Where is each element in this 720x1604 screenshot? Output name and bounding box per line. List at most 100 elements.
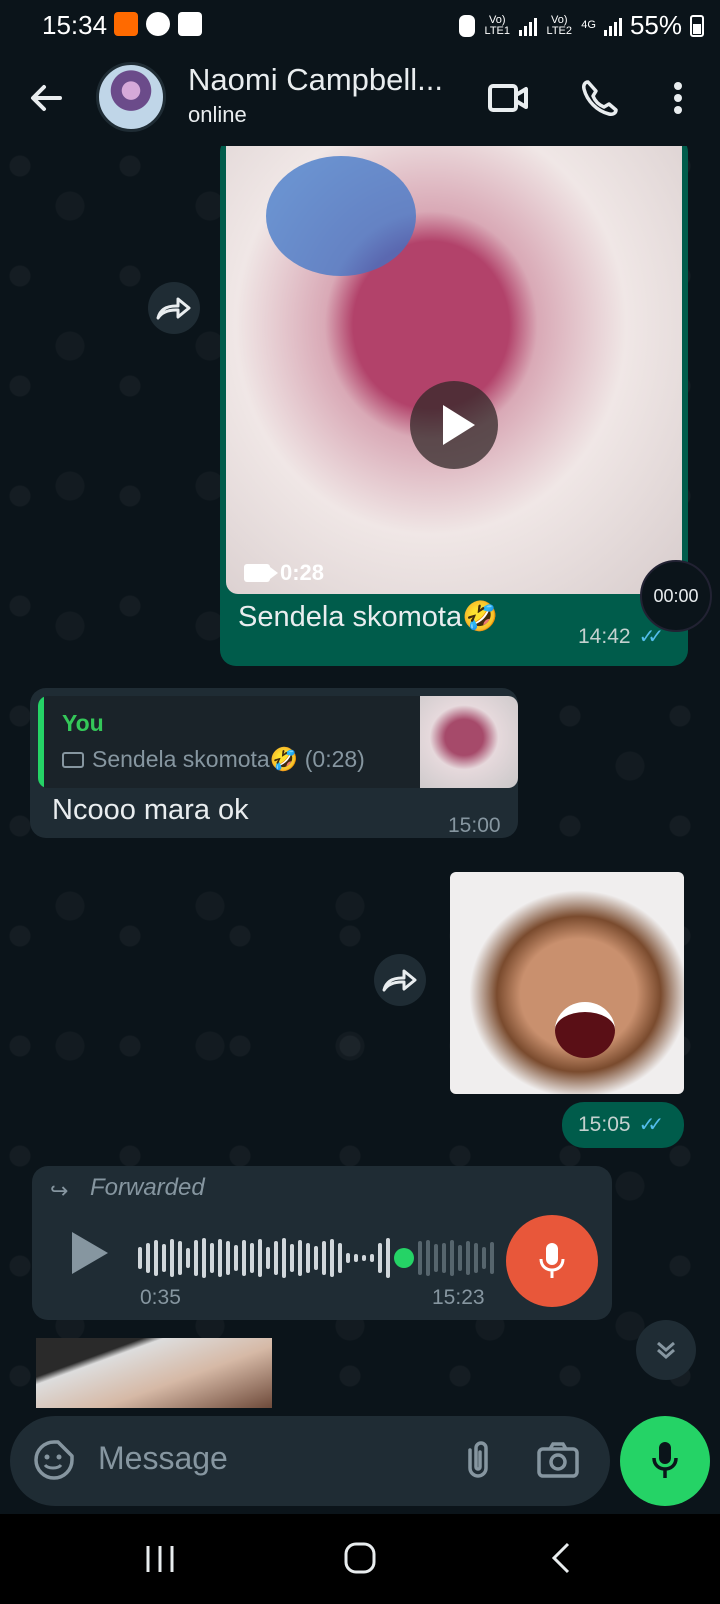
quoted-text-row: Sendela skomota🤣 (0:28): [62, 746, 365, 773]
waveform-bar: [226, 1241, 230, 1275]
waveform-bar: [314, 1246, 318, 1270]
video-thumbnail[interactable]: [226, 146, 682, 594]
waveform-bar: [298, 1240, 302, 1276]
waveform-bar: [330, 1239, 334, 1277]
system-indicators: Vo) LTE1 Vo) LTE2 4G 55%: [459, 10, 704, 41]
waveform-bar: [490, 1242, 494, 1274]
waveform-bar: [466, 1241, 470, 1275]
back-arrow-icon[interactable]: [26, 78, 66, 118]
status-bar: 15:34 Vo) LTE1 Vo) LTE2 4G 55%: [0, 0, 720, 50]
video-meta: 14:42 ✓✓: [578, 624, 664, 649]
waveform-bar: [170, 1239, 174, 1277]
battery-percent: 55%: [629, 10, 682, 40]
voice-record-button[interactable]: [506, 1215, 598, 1307]
microphone-icon: [652, 1442, 678, 1478]
reply-time: 15:00: [448, 814, 501, 837]
forward-icon[interactable]: [148, 282, 200, 334]
contact-name[interactable]: Naomi Campbell...: [188, 62, 443, 98]
chat-area[interactable]: 0:28 Sendela skomota🤣 14:42 ✓✓ 00:00 You…: [0, 146, 720, 1414]
waveform-bar: [322, 1241, 326, 1275]
waveform-bar: [210, 1243, 214, 1273]
waveform-bar: [194, 1240, 198, 1276]
message-input-bar: Message: [10, 1416, 610, 1506]
video-caption: Sendela skomota🤣: [238, 601, 499, 633]
waveform-bar: [266, 1247, 270, 1269]
back-icon[interactable]: [532, 1536, 592, 1580]
waveform-bar: [378, 1243, 382, 1273]
waveform-bar: [458, 1245, 462, 1271]
message-input[interactable]: Message: [98, 1440, 228, 1477]
waveform-bar: [234, 1245, 238, 1271]
play-voice-icon[interactable]: [72, 1232, 108, 1274]
attach-icon[interactable]: [456, 1438, 500, 1482]
recent-apps-icon[interactable]: [130, 1536, 190, 1580]
voice-call-icon[interactable]: [578, 76, 622, 120]
chevron-down-icon: [657, 1341, 675, 1359]
video-call-icon[interactable]: [486, 76, 530, 120]
waveform-bar: [282, 1238, 286, 1278]
photo-message[interactable]: [450, 872, 684, 1094]
chat-header: Naomi Campbell... online: [0, 50, 720, 146]
photo-meta: 15:05 ✓✓: [578, 1112, 664, 1137]
waveform-bar: [338, 1243, 342, 1273]
waveform-bar: [154, 1240, 158, 1276]
waveform-bar: [474, 1243, 478, 1273]
more-options-icon[interactable]: [658, 76, 698, 120]
waveform-bar: [370, 1254, 374, 1262]
waveform-bar: [306, 1243, 310, 1273]
quote-bar: [38, 696, 44, 788]
quoted-message[interactable]: You Sendela skomota🤣 (0:28): [38, 696, 518, 788]
play-video-icon[interactable]: [410, 381, 498, 469]
signal-bars-icon: [519, 16, 538, 36]
waveform-bar: [346, 1253, 350, 1263]
voice-duration: 0:35: [140, 1286, 181, 1309]
video-record-icon: [114, 12, 138, 36]
forwarded-label: Forwarded: [90, 1174, 205, 1201]
contact-avatar[interactable]: [96, 62, 166, 132]
quoted-author: You: [62, 710, 104, 736]
waveform-bar: [450, 1240, 454, 1276]
camera-icon[interactable]: [536, 1440, 580, 1480]
forward-icon[interactable]: [374, 954, 426, 1006]
video-timer: 00:00: [640, 560, 712, 632]
waveform-bar: [138, 1247, 142, 1269]
contact-status: online: [188, 102, 247, 127]
photo-detail: [555, 1002, 615, 1058]
whatsapp-icon: [146, 12, 170, 36]
video-camera-icon: [62, 751, 84, 768]
video-camera-icon: [244, 564, 278, 582]
waveform-bar: [162, 1244, 166, 1272]
system-navigation-bar: [0, 1514, 720, 1604]
waveform-bar: [442, 1243, 446, 1273]
playhead-dot[interactable]: [394, 1248, 414, 1268]
voice-waveform[interactable]: [138, 1238, 494, 1278]
video-time: 14:42: [578, 624, 631, 648]
battery-icon: [690, 14, 704, 37]
waveform-bar: [362, 1255, 366, 1261]
video-thumbnail-detail: [266, 156, 416, 276]
check-box-icon: [178, 12, 202, 36]
reply-text: Ncooo mara ok: [52, 794, 249, 826]
home-icon[interactable]: [330, 1536, 390, 1580]
emoji-sticker-icon[interactable]: [32, 1438, 76, 1482]
waveform-bar: [250, 1243, 254, 1273]
waveform-bar: [426, 1240, 430, 1276]
image-message-partial[interactable]: [36, 1338, 272, 1408]
status-time: 15:34: [42, 10, 108, 40]
waveform-bar: [146, 1243, 150, 1273]
waveform-bar: [354, 1254, 358, 1262]
scroll-to-bottom-button[interactable]: [636, 1320, 696, 1380]
read-ticks-icon: ✓✓: [638, 626, 664, 648]
waveform-bar: [242, 1240, 246, 1276]
waveform-bar: [434, 1244, 438, 1272]
data-saver-icon: [459, 14, 476, 37]
notification-icons: [114, 12, 202, 36]
signal-bars-icon: [603, 16, 622, 36]
forwarded-icon: ↪︎: [50, 1178, 69, 1203]
waveform-bar: [186, 1248, 190, 1268]
sim1-label: Vo) LTE1: [484, 13, 510, 37]
voice-message-button[interactable]: [620, 1416, 710, 1506]
waveform-bar: [482, 1247, 486, 1269]
sim2-label: Vo) LTE2: [546, 13, 572, 37]
waveform-bar: [290, 1244, 294, 1272]
